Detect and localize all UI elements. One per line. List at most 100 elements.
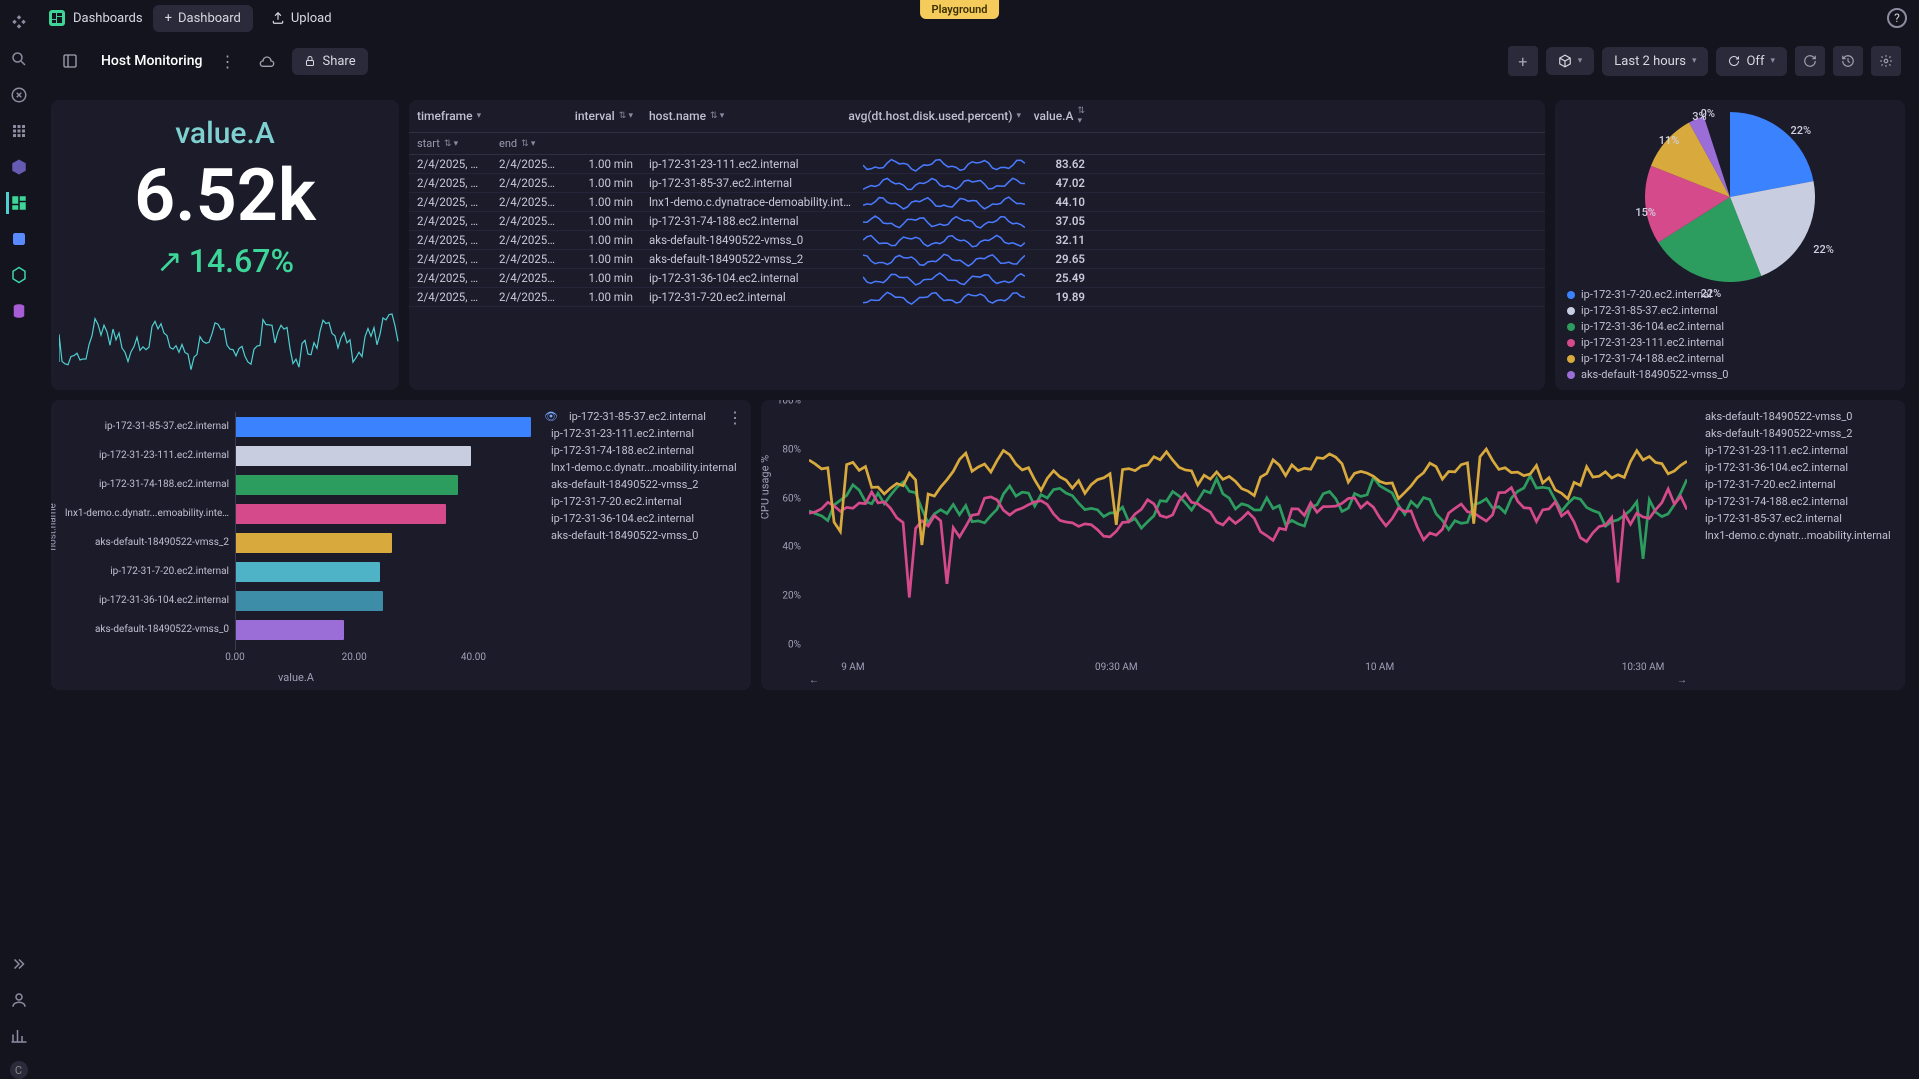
tile-menu-icon[interactable]: ⋮ — [727, 408, 743, 427]
bar-row[interactable]: aks-default-18490522-vmss_2 — [65, 528, 537, 557]
layers-icon[interactable] — [8, 228, 30, 250]
pie-chart: 22%22%22%15%11%3%0% — [1645, 112, 1815, 282]
metrics-table-tile[interactable]: timeframe▾ interval⇅ ▾ host.name⇅ ▾ avg(… — [409, 100, 1545, 390]
legend-item[interactable]: ip-172-31-7-20.ec2.internal — [1699, 478, 1901, 491]
table-row[interactable]: 2/4/2025, 8:4...2/4/2025, 1...1.00 minak… — [409, 231, 1545, 250]
hexagon-icon[interactable] — [8, 264, 30, 286]
legend-item[interactable]: ip-172-31-36-104.ec2.internal — [1699, 461, 1901, 474]
help-icon[interactable]: ? — [1887, 8, 1907, 28]
legend-item[interactable]: ip-172-31-74-188.ec2.internal — [1567, 352, 1893, 365]
refresh-button[interactable] — [1795, 46, 1825, 76]
new-dashboard-button[interactable]: + Dashboard — [153, 5, 253, 32]
legend-item[interactable]: aks-default-18490522-vmss_0 — [1699, 410, 1901, 423]
bar-row[interactable]: lnx1-demo.c.dynatr...emoability.internal — [65, 499, 537, 528]
plus-icon: + — [165, 11, 172, 26]
subcol-start[interactable]: start⇅ ▾ — [409, 133, 491, 154]
logo-icon[interactable] — [8, 12, 30, 34]
cube-dropdown[interactable]: ▾ — [1546, 47, 1595, 75]
bar-row[interactable]: ip-172-31-85-37.ec2.internal — [65, 412, 537, 441]
cube-icon[interactable] — [8, 156, 30, 178]
share-label: Share — [322, 54, 355, 69]
bar-row[interactable]: ip-172-31-7-20.ec2.internal — [65, 557, 537, 586]
history-button[interactable] — [1833, 46, 1863, 76]
playground-tag: Playground — [920, 0, 1000, 19]
new-dashboard-label: Dashboard — [178, 11, 241, 26]
subcol-end[interactable]: end⇅ ▾ — [491, 133, 565, 154]
kpi-title: value.A — [175, 116, 274, 151]
table-row[interactable]: 2/4/2025, 8:4...2/4/2025, 1...1.00 minln… — [409, 193, 1545, 212]
table-row[interactable]: 2/4/2025, 8:4...2/4/2025, 1...1.00 minak… — [409, 250, 1545, 269]
settings-button[interactable] — [1871, 46, 1901, 76]
upload-icon — [271, 11, 285, 25]
bar-chart-tile[interactable]: ⋮ host.name ip-172-31-85-37.ec2.internal… — [51, 400, 751, 690]
more-menu-icon[interactable]: ⋮ — [212, 46, 242, 76]
kpi-tile[interactable]: value.A 6.52k ↗14.67% — [51, 100, 399, 390]
c-badge-icon[interactable]: C — [10, 1061, 28, 1079]
pie-legend: ip-172-31-7-20.ec2.internal ip-172-31-85-… — [1567, 288, 1893, 381]
col-interval[interactable]: interval⇅ ▾ — [565, 100, 641, 132]
legend-item[interactable]: ip-172-31-74-188.ec2.internal — [1699, 495, 1901, 508]
legend-item[interactable]: ip-172-31-7-20.ec2.internal — [545, 495, 747, 508]
col-host[interactable]: host.name⇅ ▾ — [641, 100, 859, 132]
scroll-right-icon[interactable]: → — [1677, 675, 1687, 686]
legend-item[interactable]: lnx1-demo.c.dynatr...moability.internal — [545, 461, 747, 474]
scroll-left-icon[interactable]: ← — [809, 675, 819, 686]
auto-refresh-toggle[interactable]: Off▾ — [1716, 47, 1787, 76]
legend-item[interactable]: ip-172-31-85-37.ec2.internal — [1699, 512, 1901, 525]
dashboard-icon[interactable] — [55, 46, 85, 76]
table-row[interactable]: 2/4/2025, 8:4...2/4/2025, 1...1.00 minip… — [409, 174, 1545, 193]
timeframe-picker[interactable]: Last 2 hours▾ — [1602, 47, 1708, 76]
expand-icon[interactable] — [8, 953, 30, 975]
col-metric[interactable]: avg(dt.host.disk.used.percent)▾ — [859, 100, 1029, 132]
legend-item[interactable]: aks-default-18490522-vmss_2 — [1699, 427, 1901, 440]
line-chart-tile[interactable]: CPU usage % 0%20%40%60%80%100% 9 AM09:30… — [761, 400, 1905, 690]
compass-icon[interactable] — [8, 84, 30, 106]
cloud-sync-icon[interactable] — [252, 46, 282, 76]
bar-row[interactable]: ip-172-31-23-111.ec2.internal — [65, 441, 537, 470]
col-valuea[interactable]: value.A⇅ ▾ — [1029, 100, 1093, 132]
search-icon[interactable] — [8, 48, 30, 70]
legend-item[interactable]: aks-default-18490522-vmss_0 — [1567, 368, 1893, 381]
pie-chart-tile[interactable]: 22%22%22%15%11%3%0% ip-172-31-7-20.ec2.i… — [1555, 100, 1905, 390]
analytics-icon[interactable] — [8, 1025, 30, 1047]
upload-label: Upload — [291, 11, 332, 26]
dashboard-toolbar: Host Monitoring ⋮ Share + ▾ Last 2 hours… — [37, 36, 1919, 86]
upload-button[interactable]: Upload — [263, 5, 340, 32]
legend-item[interactable]: ip-172-31-74-188.ec2.internal — [545, 444, 747, 457]
legend-item[interactable]: lnx1-demo.c.dynatr...moability.internal — [1699, 529, 1901, 542]
page-title: Host Monitoring — [101, 53, 202, 69]
apps-icon[interactable] — [8, 120, 30, 142]
legend-item[interactable]: ip-172-31-36-104.ec2.internal — [545, 512, 747, 525]
legend-item[interactable]: aks-default-18490522-vmss_2 — [545, 478, 747, 491]
breadcrumb-label: Dashboards — [73, 11, 143, 26]
table-row[interactable]: 2/4/2025, 8:4...2/4/2025, 1...1.00 minip… — [409, 288, 1545, 307]
add-tile-button[interactable]: + — [1508, 46, 1538, 76]
legend-item[interactable]: ip-172-31-23-111.ec2.internal — [545, 427, 747, 440]
kpi-value: 6.52k — [134, 153, 316, 238]
arrow-up-icon: ↗ — [156, 242, 183, 280]
table-row[interactable]: 2/4/2025, 8:4...2/4/2025, 1...1.00 minip… — [409, 155, 1545, 174]
legend-item[interactable]: ip-172-31-23-111.ec2.internal — [1567, 336, 1893, 349]
kpi-delta: ↗14.67% — [156, 242, 294, 280]
dashboards-nav-icon[interactable] — [6, 192, 28, 214]
table-row[interactable]: 2/4/2025, 8:4...2/4/2025, 1...1.00 minip… — [409, 269, 1545, 288]
lock-icon — [304, 55, 316, 67]
bar-row[interactable]: ip-172-31-74-188.ec2.internal — [65, 470, 537, 499]
legend-item[interactable]: aks-default-18490522-vmss_0 — [545, 529, 747, 542]
database-icon[interactable] — [8, 300, 30, 322]
breadcrumb-dashboards[interactable]: Dashboards — [49, 10, 143, 26]
legend-item[interactable]: ip-172-31-23-111.ec2.internal — [1699, 444, 1901, 457]
legend-item[interactable]: ip-172-31-36-104.ec2.internal — [1567, 320, 1893, 333]
table-row[interactable]: 2/4/2025, 8:4...2/4/2025, 1...1.00 minip… — [409, 212, 1545, 231]
col-timeframe[interactable]: timeframe▾ — [409, 100, 565, 132]
bar-row[interactable]: ip-172-31-36-104.ec2.internal — [65, 586, 537, 615]
share-button[interactable]: Share — [292, 48, 367, 75]
legend-item[interactable]: ip-172-31-7-20.ec2.internal — [1567, 288, 1893, 301]
left-rail: C — [0, 0, 37, 1079]
legend-item[interactable]: ip-172-31-85-37.ec2.internal — [1567, 304, 1893, 317]
legend-item[interactable]: 👁ip-172-31-85-37.ec2.internal — [545, 410, 747, 423]
bar-row[interactable]: aks-default-18490522-vmss_0 — [65, 615, 537, 644]
user-icon[interactable] — [8, 989, 30, 1011]
bar-chart: host.name ip-172-31-85-37.ec2.internalip… — [51, 400, 541, 690]
kpi-sparkline — [59, 282, 399, 382]
